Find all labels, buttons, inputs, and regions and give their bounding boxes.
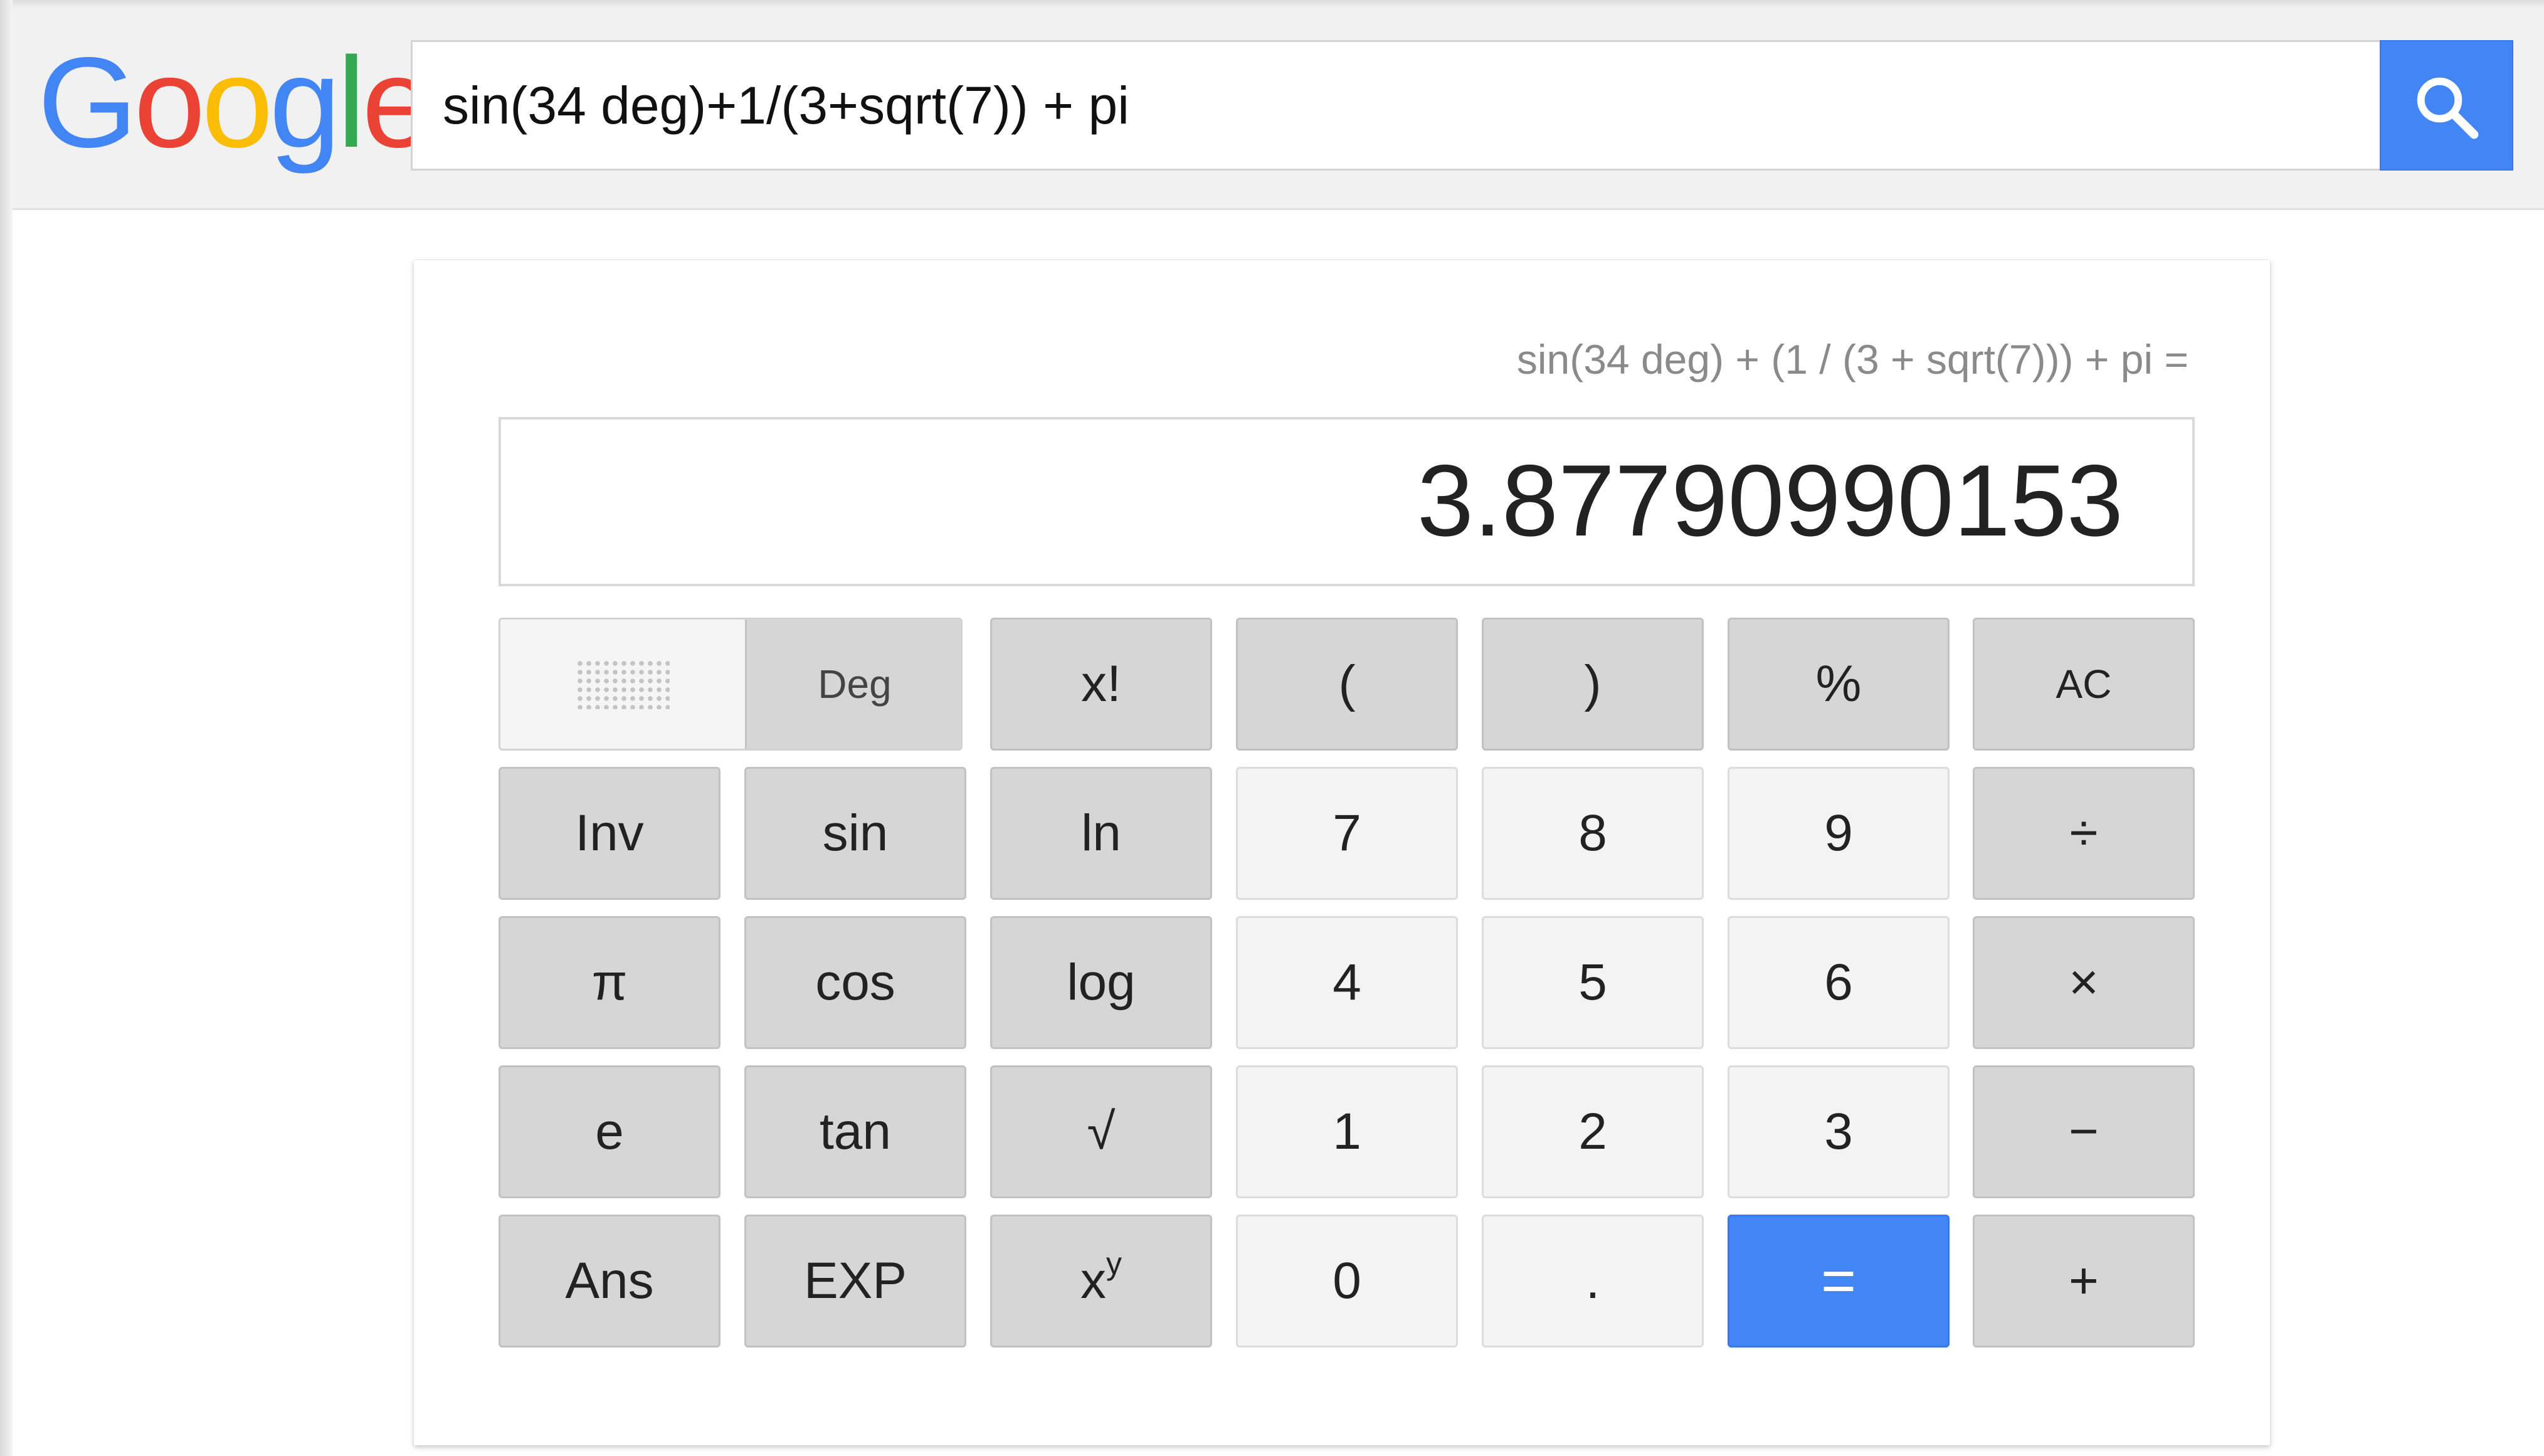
inverse-button[interactable]: Inv — [499, 767, 720, 900]
search-button[interactable] — [2380, 40, 2513, 171]
search-icon — [2417, 77, 2479, 139]
multiply-button[interactable]: × — [1973, 916, 2195, 1049]
logo-letter: l — [337, 31, 366, 174]
power-exponent: y — [1106, 1246, 1122, 1281]
close-paren-button[interactable]: ) — [1482, 618, 1704, 751]
factorial-button[interactable]: x! — [990, 618, 1212, 751]
add-button[interactable]: + — [1973, 1215, 2195, 1348]
logo-letter: o — [201, 31, 273, 174]
calculator-display: 3.87790990153 — [499, 417, 2195, 586]
window-top-edge — [0, 0, 2544, 9]
sqrt-button[interactable]: √ — [990, 1065, 1212, 1198]
calculator-card: sin(34 deg) + (1 / (3 + sqrt(7))) + pi =… — [414, 260, 2270, 1445]
angle-mode-switch: Deg — [499, 618, 963, 751]
equals-button[interactable]: = — [1728, 1215, 1950, 1348]
page: Google sin(34 deg) + (1 / (3 + sqrt(7)))… — [0, 0, 2544, 1456]
pi-button[interactable]: π — [499, 916, 720, 1049]
logo-letter: G — [38, 31, 137, 174]
logo-letter: g — [269, 31, 341, 174]
tan-button[interactable]: tan — [744, 1065, 966, 1198]
percent-button[interactable]: % — [1728, 618, 1950, 751]
digit-6-button[interactable]: 6 — [1728, 916, 1950, 1049]
digit-4-button[interactable]: 4 — [1236, 916, 1458, 1049]
rad-dots-icon — [576, 659, 670, 709]
google-logo[interactable]: Google — [38, 31, 433, 174]
open-paren-button[interactable]: ( — [1236, 618, 1458, 751]
digit-0-button[interactable]: 0 — [1236, 1215, 1458, 1348]
power-button[interactable]: xy — [990, 1215, 1212, 1348]
answer-button[interactable]: Ans — [499, 1215, 720, 1348]
digit-5-button[interactable]: 5 — [1482, 916, 1704, 1049]
rad-toggle[interactable] — [500, 620, 745, 749]
euler-button[interactable]: e — [499, 1065, 720, 1198]
search-input[interactable] — [443, 42, 2362, 169]
digit-3-button[interactable]: 3 — [1728, 1065, 1950, 1198]
sin-button[interactable]: sin — [744, 767, 966, 900]
calculator-keypad: Deg x! ( ) % AC Inv sin ln 7 8 9 ÷ π cos… — [499, 618, 2195, 1364]
logo-letter: o — [134, 31, 205, 174]
digit-1-button[interactable]: 1 — [1236, 1065, 1458, 1198]
digit-2-button[interactable]: 2 — [1482, 1065, 1704, 1198]
decimal-button[interactable]: . — [1482, 1215, 1704, 1348]
cos-button[interactable]: cos — [744, 916, 966, 1049]
window-left-edge — [0, 0, 13, 1456]
power-base: x — [1080, 1252, 1106, 1309]
deg-button[interactable]: Deg — [745, 620, 961, 749]
log-button[interactable]: log — [990, 916, 1212, 1049]
calculator-expression: sin(34 deg) + (1 / (3 + sqrt(7))) + pi = — [1516, 336, 2188, 382]
digit-9-button[interactable]: 9 — [1728, 767, 1950, 900]
digit-7-button[interactable]: 7 — [1236, 767, 1458, 900]
calculator-result: 3.87790990153 — [1417, 444, 2123, 557]
search-box — [411, 40, 2380, 171]
ln-button[interactable]: ln — [990, 767, 1212, 900]
divide-button[interactable]: ÷ — [1973, 767, 2195, 900]
subtract-button[interactable]: − — [1973, 1065, 2195, 1198]
digit-8-button[interactable]: 8 — [1482, 767, 1704, 900]
exp-button[interactable]: EXP — [744, 1215, 966, 1348]
all-clear-button[interactable]: AC — [1973, 618, 2195, 751]
